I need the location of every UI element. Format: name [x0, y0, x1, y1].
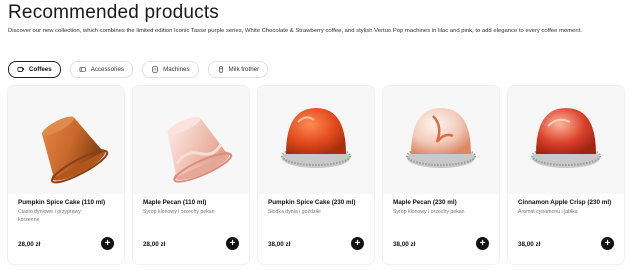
product-name[interactable]: Cinnamon Apple Crisp (230 ml): [518, 199, 622, 206]
add-to-cart-button[interactable]: +: [226, 237, 239, 250]
milk-frother-icon: [218, 66, 223, 73]
product-image[interactable]: [508, 86, 624, 194]
capsule-vertuo-image: [406, 108, 476, 168]
capsule-vertuo-image: [531, 108, 601, 168]
capsule-vertuo-image: [281, 108, 351, 168]
product-name[interactable]: Maple Pecan (110 ml): [143, 199, 247, 206]
machine-icon: [152, 66, 158, 73]
plus-icon: +: [229, 237, 236, 249]
add-to-cart-button[interactable]: +: [351, 237, 364, 250]
product-card[interactable]: Cinnamon Apple Crisp (230 ml) Aromat cyn…: [508, 86, 624, 264]
product-name[interactable]: Pumpkin Spice Cake (230 ml): [268, 199, 372, 206]
accessories-icon: [79, 67, 86, 72]
product-name[interactable]: Maple Pecan (230 ml): [393, 199, 497, 206]
product-card[interactable]: Maple Pecan (110 ml) Syrop klonowy i orz…: [133, 86, 249, 264]
intro-text: Discover our new collection, which combi…: [8, 28, 582, 34]
tab-label: Machines: [163, 66, 190, 73]
plus-icon: +: [479, 237, 486, 249]
add-to-cart-button[interactable]: +: [476, 237, 489, 250]
product-image[interactable]: [258, 86, 374, 194]
product-description: Ciasto dyniowe i przyprawy korzenne: [18, 209, 81, 223]
product-description: Syrop klonowy i orzechy pekan: [393, 209, 465, 215]
product-price: 38,00 zł: [518, 241, 541, 248]
category-tabs: Coffees Accessories Machines Milk frothe…: [8, 61, 269, 78]
plus-icon: +: [354, 237, 361, 249]
product-card[interactable]: Pumpkin Spice Cake (230 ml) Słodka dynia…: [258, 86, 374, 264]
tab-label: Milk frother: [228, 66, 260, 73]
tab-label: Accessories: [90, 66, 125, 73]
product-image[interactable]: [133, 86, 249, 194]
product-description: Słodka dynia i goździki: [268, 209, 321, 215]
tab-label: Coffees: [29, 66, 52, 73]
tab-accessories[interactable]: Accessories: [69, 61, 134, 78]
product-name[interactable]: Pumpkin Spice Cake (110 ml): [18, 199, 122, 206]
product-price: 38,00 zł: [393, 241, 416, 248]
tab-machines[interactable]: Machines: [142, 61, 199, 78]
product-description: Aromat cynamonu i jabłka: [518, 209, 578, 215]
product-price: 28,00 zł: [18, 241, 41, 248]
product-card[interactable]: Maple Pecan (230 ml) Syrop klonowy i orz…: [383, 86, 499, 264]
product-price: 28,00 zł: [143, 241, 166, 248]
capsule-original-image: [41, 116, 109, 184]
add-to-cart-button[interactable]: +: [601, 237, 614, 250]
plus-icon: +: [104, 237, 111, 249]
tab-milk-frother[interactable]: Milk frother: [207, 61, 269, 78]
coffee-icon: [17, 67, 25, 72]
product-card[interactable]: Pumpkin Spice Cake (110 ml) Ciasto dynio…: [8, 86, 124, 264]
plus-icon: +: [604, 237, 611, 249]
capsule-original-image: [167, 116, 233, 183]
product-price: 38,00 zł: [268, 241, 291, 248]
page-title: Recommended products: [8, 2, 219, 23]
product-list: Pumpkin Spice Cake (110 ml) Ciasto dynio…: [0, 86, 630, 270]
tab-coffees[interactable]: Coffees: [8, 61, 61, 78]
product-description: Syrop klonowy i orzechy pekan: [143, 209, 215, 215]
product-image[interactable]: [8, 86, 124, 194]
product-image[interactable]: [383, 86, 499, 194]
add-to-cart-button[interactable]: +: [101, 237, 114, 250]
